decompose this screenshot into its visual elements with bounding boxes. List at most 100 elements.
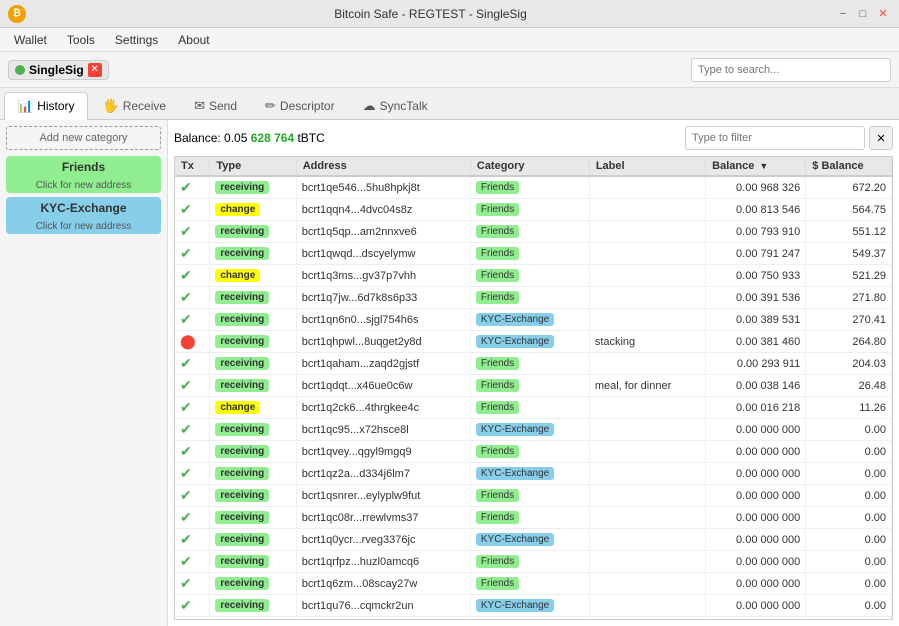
cell-type: receiving	[210, 419, 296, 441]
cell-type: receiving	[210, 485, 296, 507]
cell-dollar-balance: 26.48	[806, 375, 892, 397]
balance-suffix: tBTC	[294, 131, 325, 145]
cell-label	[589, 199, 705, 221]
col-tx[interactable]: Tx	[175, 157, 210, 176]
sidebar: Add new category Friends Click for new a…	[0, 120, 168, 626]
table-row: ✔ receiving bcrt1q268e...j09v2qlclr Frie…	[175, 617, 892, 621]
cell-category: Friends	[470, 287, 589, 309]
cell-category: Friends	[470, 507, 589, 529]
cell-type: receiving	[210, 243, 296, 265]
cell-label	[589, 309, 705, 331]
table-row: ✔ change bcrt1q2ck6...4thrgkee4c Friends…	[175, 397, 892, 419]
cell-type: receiving	[210, 617, 296, 621]
cell-type: receiving	[210, 551, 296, 573]
balance-bar: Balance: 0.05 628 764 tBTC ✕	[174, 126, 893, 150]
cell-category: Friends	[470, 375, 589, 397]
cell-dollar-balance: 0.00	[806, 441, 892, 463]
table-row: ✔ receiving bcrt1q0ycr...rveg3376jc KYC-…	[175, 529, 892, 551]
transactions-table-container[interactable]: Tx Type Address Category Label Balance ▼…	[174, 156, 893, 620]
cell-dollar-balance: 270.41	[806, 309, 892, 331]
cell-address: bcrt1qu76...cqmckr2un	[296, 595, 470, 617]
tab-receive[interactable]: 🖐 Receive	[90, 92, 180, 119]
cell-category: Friends	[470, 573, 589, 595]
tabbar: 📊 History 🖐 Receive ✉ Send ✏ Descriptor …	[0, 88, 899, 120]
cell-label	[589, 287, 705, 309]
cell-type: change	[210, 199, 296, 221]
kyc-new-address-button[interactable]: Click for new address	[6, 219, 161, 234]
cell-label	[589, 551, 705, 573]
cell-balance: 0.00 000 000	[706, 441, 806, 463]
tab-synctalk[interactable]: ☁ SyncTalk	[350, 92, 441, 119]
cell-balance: 0.00 968 326	[706, 176, 806, 199]
send-tab-icon: ✉	[194, 98, 205, 114]
filter-input[interactable]	[685, 126, 865, 150]
tab-history[interactable]: 📊 History	[4, 92, 88, 120]
cell-label	[589, 573, 705, 595]
cell-type: receiving	[210, 176, 296, 199]
cell-category: KYC-Exchange	[470, 309, 589, 331]
close-button[interactable]: ✕	[875, 6, 891, 22]
wallet-close-button[interactable]: ✕	[88, 63, 102, 77]
transactions-table: Tx Type Address Category Label Balance ▼…	[175, 157, 892, 620]
cell-dollar-balance: 271.80	[806, 287, 892, 309]
menu-tools[interactable]: Tools	[57, 31, 105, 49]
menu-about[interactable]: About	[168, 31, 219, 49]
col-address[interactable]: Address	[296, 157, 470, 176]
cell-address: bcrt1q268e...j09v2qlclr	[296, 617, 470, 621]
cell-dollar-balance: 0.00	[806, 551, 892, 573]
maximize-button[interactable]: □	[855, 6, 871, 22]
cell-label	[589, 265, 705, 287]
synctalk-tab-icon: ☁	[363, 98, 376, 114]
tab-send[interactable]: ✉ Send	[181, 92, 250, 119]
cell-balance: 0.00 791 247	[706, 243, 806, 265]
cell-label: stacking	[589, 331, 705, 353]
cell-address: bcrt1qc08r...rrewlvms37	[296, 507, 470, 529]
cell-tx: ✔	[175, 287, 210, 309]
sidebar-item-friends[interactable]: Friends Click for new address	[6, 156, 161, 193]
cell-category: Friends	[470, 221, 589, 243]
cell-address: bcrt1qdqt...x46ue0c6w	[296, 375, 470, 397]
menu-settings[interactable]: Settings	[105, 31, 168, 49]
cell-category: Friends	[470, 176, 589, 199]
tab-send-label: Send	[209, 99, 237, 113]
cell-address: bcrt1qsnrer...eylyplw9fut	[296, 485, 470, 507]
cell-balance: 0.00 000 000	[706, 485, 806, 507]
table-row: ✔ change bcrt1q3ms...gv37p7vhh Friends 0…	[175, 265, 892, 287]
tab-descriptor[interactable]: ✏ Descriptor	[252, 92, 348, 119]
sidebar-item-kyc-exchange[interactable]: KYC-Exchange Click for new address	[6, 197, 161, 234]
col-category[interactable]: Category	[470, 157, 589, 176]
col-balance[interactable]: Balance ▼	[706, 157, 806, 176]
cell-address: bcrt1qz2a...d334j6lm7	[296, 463, 470, 485]
cell-label	[589, 529, 705, 551]
cell-balance: 0.00 381 460	[706, 331, 806, 353]
cell-label	[589, 595, 705, 617]
cell-type: receiving	[210, 573, 296, 595]
cell-address: bcrt1qc95...x72hsce8l	[296, 419, 470, 441]
filter-clear-button[interactable]: ✕	[869, 126, 893, 150]
cell-category: Friends	[470, 441, 589, 463]
cell-address: bcrt1qrfpz...huzl0amcq6	[296, 551, 470, 573]
col-dollar-balance[interactable]: $ Balance	[806, 157, 892, 176]
minimize-button[interactable]: −	[835, 6, 851, 22]
cell-dollar-balance: 0.00	[806, 463, 892, 485]
cell-dollar-balance: 672.20	[806, 176, 892, 199]
table-row: ✔ receiving bcrt1q7jw...6d7k8s6p33 Frien…	[175, 287, 892, 309]
cell-address: bcrt1qhpwl...8uqget2y8d	[296, 331, 470, 353]
cell-category: Friends	[470, 485, 589, 507]
menu-wallet[interactable]: Wallet	[4, 31, 57, 49]
add-category-button[interactable]: Add new category	[6, 126, 161, 150]
cell-tx: ✔	[175, 485, 210, 507]
col-label[interactable]: Label	[589, 157, 705, 176]
cell-balance: 0.00 000 000	[706, 463, 806, 485]
table-row: ⬤ receiving bcrt1qhpwl...8uqget2y8d KYC-…	[175, 331, 892, 353]
cell-balance: 0.00 000 000	[706, 419, 806, 441]
search-input[interactable]	[691, 58, 891, 82]
cell-tx: ✔	[175, 265, 210, 287]
titlebar: ₿ Bitcoin Safe - REGTEST - SingleSig − □…	[0, 0, 899, 28]
table-row: ✔ receiving bcrt1qdqt...x46ue0c6w Friend…	[175, 375, 892, 397]
friends-new-address-button[interactable]: Click for new address	[6, 178, 161, 193]
cell-category: KYC-Exchange	[470, 529, 589, 551]
col-type[interactable]: Type	[210, 157, 296, 176]
cell-balance: 0.00 750 933	[706, 265, 806, 287]
cell-label	[589, 176, 705, 199]
